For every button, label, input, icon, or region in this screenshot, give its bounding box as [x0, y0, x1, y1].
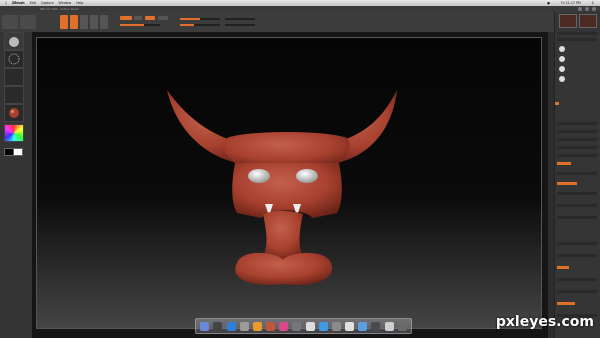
- dock-app-icon[interactable]: [331, 321, 341, 331]
- subtool-thumb-1[interactable]: [559, 46, 565, 52]
- palette-row-l[interactable]: [557, 278, 597, 281]
- palette-slider-3[interactable]: [557, 266, 569, 269]
- mrgb-button[interactable]: [120, 16, 132, 20]
- palette-row-c[interactable]: [557, 138, 597, 141]
- draw-button[interactable]: [70, 15, 78, 29]
- dock-app-icon[interactable]: [213, 321, 223, 331]
- rgb-button[interactable]: [134, 16, 142, 20]
- subtool-row-1[interactable]: [557, 32, 597, 35]
- palette-slider-4[interactable]: [557, 302, 575, 305]
- menu-app-name[interactable]: ZBrush: [12, 1, 25, 5]
- dock-app-icon[interactable]: [345, 321, 355, 331]
- scale-button[interactable]: [90, 15, 98, 29]
- top-toolbar: [0, 12, 600, 33]
- dock-app-icon[interactable]: [239, 321, 249, 331]
- right-eye: [296, 169, 318, 183]
- right-tool-palette: [554, 12, 600, 338]
- palette-accent-1[interactable]: [555, 102, 559, 105]
- palette-row-f[interactable]: [557, 172, 597, 175]
- brush-selector[interactable]: [4, 32, 24, 50]
- palette-row-a[interactable]: [557, 122, 597, 125]
- edit-button[interactable]: [60, 15, 68, 29]
- subtool-row-2[interactable]: [557, 38, 597, 41]
- palette-row-g[interactable]: [557, 192, 597, 195]
- demon-head-model[interactable]: [37, 38, 543, 330]
- projection-master-button[interactable]: [2, 15, 18, 29]
- menu-item-window[interactable]: Window: [59, 1, 72, 5]
- draw-size-slider[interactable]: [180, 24, 220, 26]
- subtool-thumb-2[interactable]: [559, 56, 565, 62]
- active-points-slider: [225, 18, 255, 20]
- zsub-button[interactable]: [158, 16, 168, 20]
- left-shelf: [0, 32, 33, 338]
- palette-row-k[interactable]: [557, 254, 597, 257]
- color-picker[interactable]: [4, 124, 24, 142]
- palette-slider-1[interactable]: [557, 162, 571, 165]
- face: [232, 163, 342, 218]
- dock-app-icon[interactable]: [226, 321, 236, 331]
- palette-row-h[interactable]: [557, 204, 597, 207]
- dock-app-icon[interactable]: [318, 321, 328, 331]
- subtool-thumb-3[interactable]: [559, 66, 565, 72]
- zadd-button[interactable]: [145, 16, 155, 20]
- menu-item-edit[interactable]: Edit: [30, 1, 36, 5]
- document-canvas[interactable]: [36, 37, 542, 329]
- tool-thumbnail-secondary[interactable]: [579, 14, 597, 28]
- focal-shift-slider[interactable]: [180, 18, 220, 20]
- dock-app-icon[interactable]: [371, 321, 381, 331]
- dock-app-icon[interactable]: [358, 321, 368, 331]
- neck: [261, 211, 305, 260]
- dock-app-icon[interactable]: [384, 321, 394, 331]
- left-eye: [248, 169, 270, 183]
- alpha-selector[interactable]: [4, 68, 24, 86]
- dock-app-icon[interactable]: [292, 321, 302, 331]
- apple-icon[interactable]: : [5, 1, 7, 5]
- tool-thumbnail-primary[interactable]: [559, 14, 577, 28]
- palette-row-e[interactable]: [557, 154, 597, 157]
- menubar-clock[interactable]: Fri 21:17 PM: [561, 1, 581, 5]
- palette-row-i[interactable]: [557, 216, 597, 219]
- lightbox-button[interactable]: [20, 15, 36, 29]
- rotate-button[interactable]: [100, 15, 108, 29]
- palette-row-j[interactable]: [557, 242, 597, 245]
- texture-selector[interactable]: [4, 86, 24, 104]
- window-title: ZBrush 4R4 - Active Mesh: [40, 7, 79, 11]
- wifi-icon[interactable]: ●: [547, 1, 550, 5]
- palette-slider-2[interactable]: [557, 182, 577, 185]
- watermark: pxleyes.com: [495, 314, 594, 330]
- secondary-color-swatch[interactable]: [13, 148, 23, 156]
- dock-app-icon[interactable]: [200, 321, 210, 331]
- total-points-slider: [225, 24, 255, 26]
- spotlight-icon[interactable]: ⚲: [592, 1, 594, 5]
- rgb-intensity-slider[interactable]: [120, 24, 160, 26]
- material-selector[interactable]: [4, 104, 24, 122]
- zoom-button[interactable]: [585, 7, 589, 11]
- dock-trash-icon[interactable]: [397, 321, 407, 331]
- dock-app-icon[interactable]: [305, 321, 315, 331]
- subtool-thumb-4[interactable]: [559, 76, 565, 82]
- menu-item-capture[interactable]: Capture: [41, 1, 54, 5]
- upper-head: [224, 132, 350, 168]
- dock-app-icon[interactable]: [266, 321, 276, 331]
- close-button[interactable]: [592, 7, 596, 11]
- palette-row-d[interactable]: [557, 146, 597, 149]
- palette-row-m[interactable]: [557, 290, 597, 293]
- palette-row-b[interactable]: [557, 130, 597, 133]
- dock-app-icon[interactable]: [252, 321, 262, 331]
- move-button[interactable]: [80, 15, 88, 29]
- minimize-button[interactable]: [578, 7, 582, 11]
- menu-item-help[interactable]: Help: [76, 1, 83, 5]
- dock-app-icon[interactable]: [279, 321, 289, 331]
- stroke-selector[interactable]: [4, 50, 24, 68]
- mac-dock: [195, 318, 412, 334]
